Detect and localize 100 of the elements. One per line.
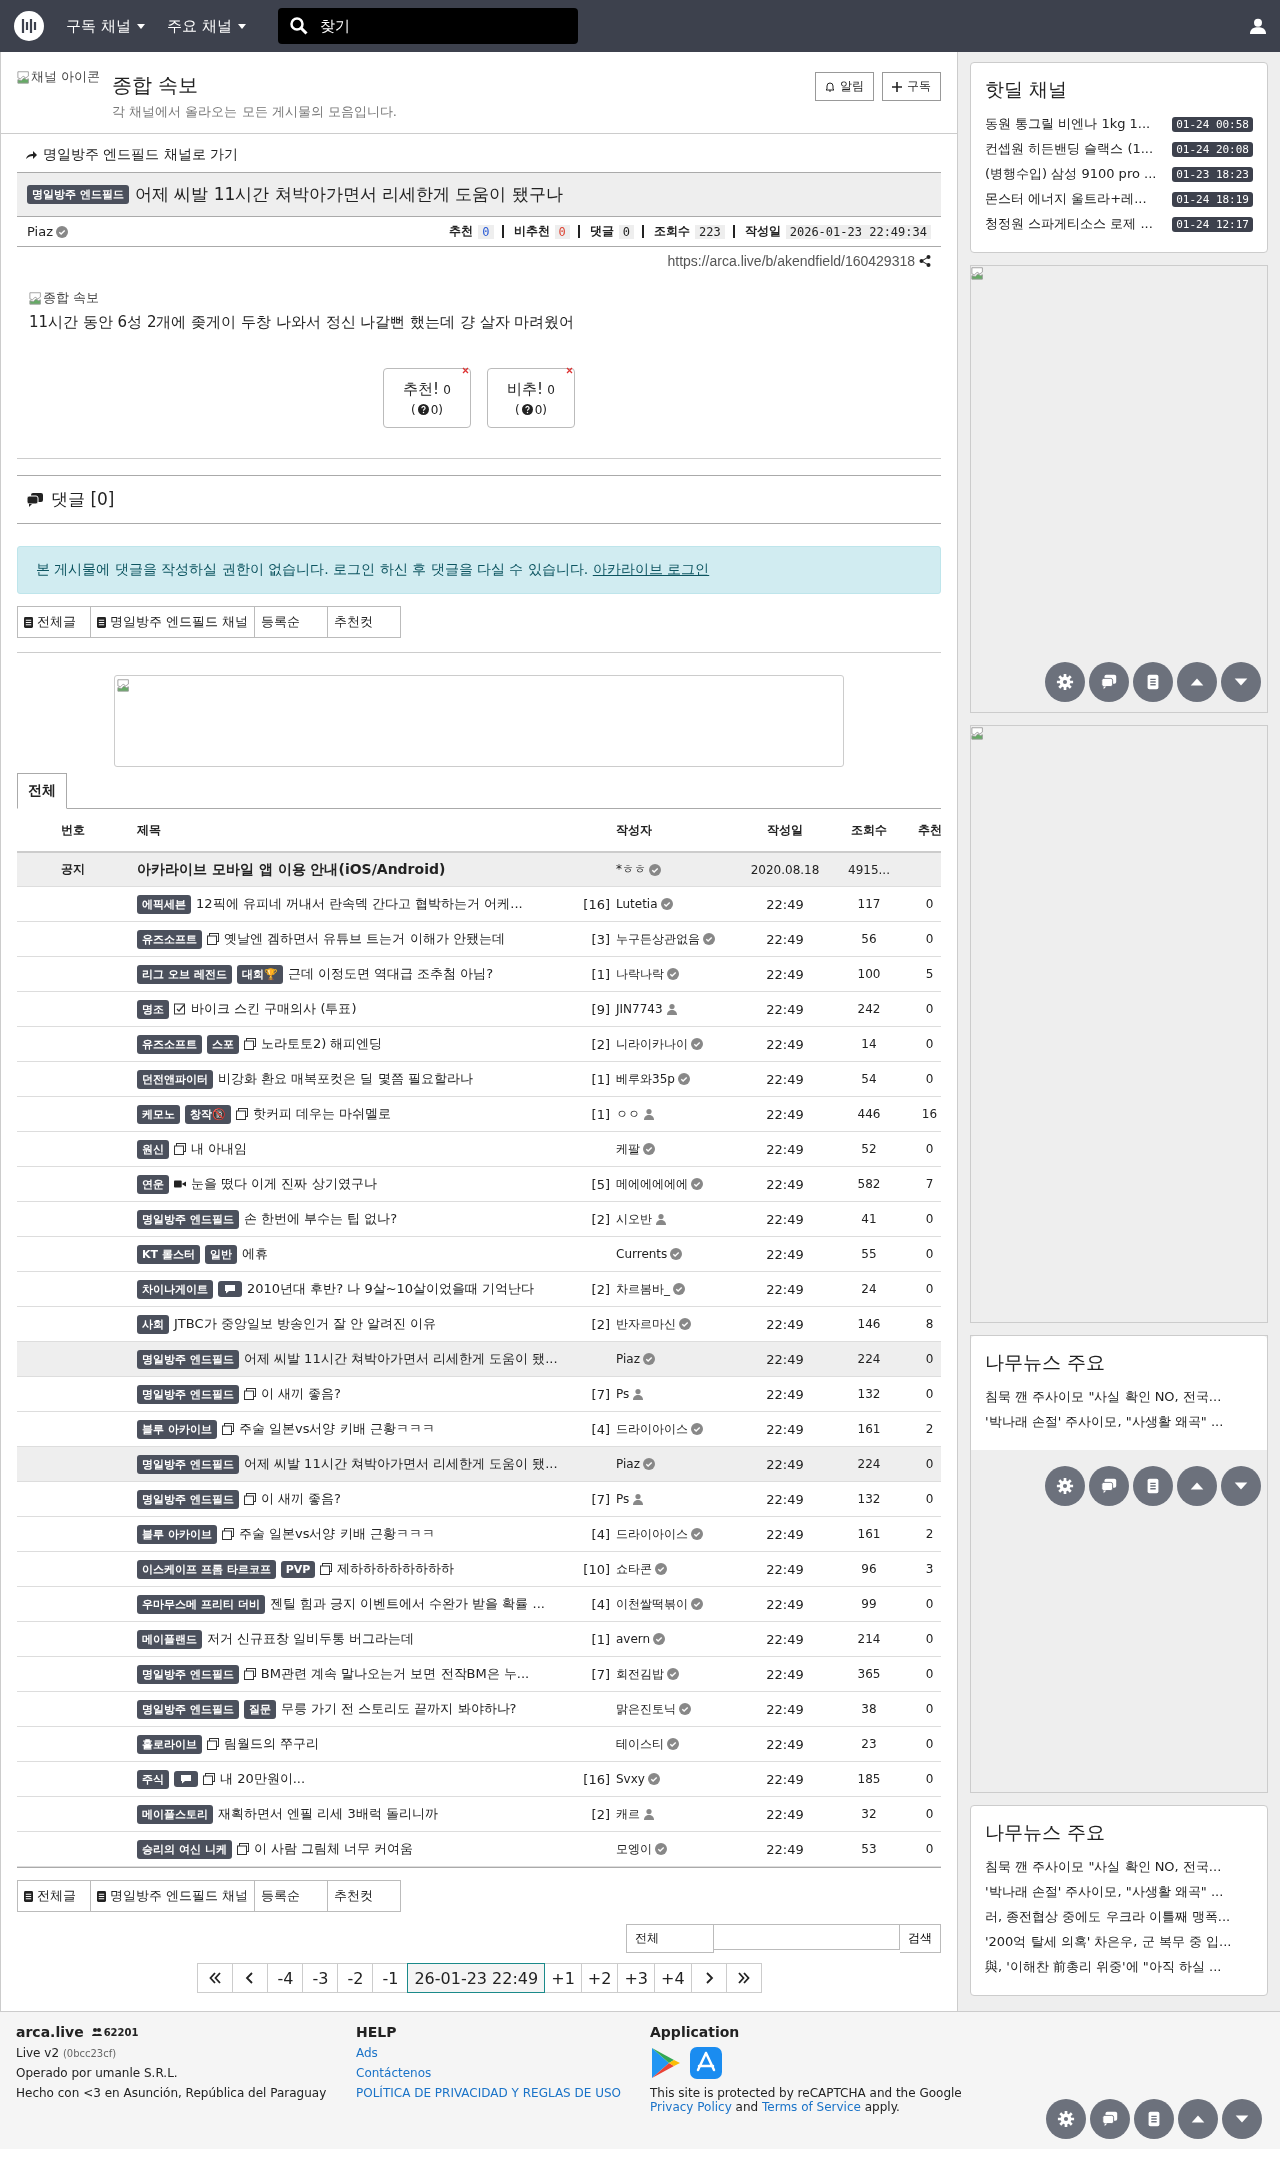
scroll-up-button[interactable] [1177, 662, 1217, 702]
page-button[interactable]: +3 [617, 1963, 655, 1993]
comments-button[interactable] [1090, 2099, 1130, 2139]
page-button[interactable]: -1 [372, 1963, 409, 1993]
filter-button[interactable]: 추천컷 [327, 606, 402, 638]
page-button[interactable]: -4 [267, 1963, 304, 1993]
comments-button[interactable] [1089, 662, 1129, 702]
author-name[interactable]: 메에에에에에 [616, 1175, 746, 1193]
news-headline[interactable]: 침묵 깬 주사이모 "사실 확인 NO, 전국... [985, 1388, 1253, 1406]
post-title[interactable]: JTBC가 중앙일보 방송인거 잘 안 알려진 이유 [174, 1315, 437, 1333]
filter-button[interactable]: 등록순 [254, 1880, 329, 1912]
news-headline[interactable]: '200억 탈세 의혹' 차은우, 군 복무 중 입... [985, 1933, 1253, 1951]
category-badge[interactable]: 창작🔞 [185, 1104, 231, 1124]
category-badge[interactable]: 명일방주 엔드필드 [137, 1349, 239, 1369]
search-button[interactable]: 검색 [900, 1924, 941, 1953]
user-icon[interactable] [1250, 18, 1266, 34]
search-scope-select[interactable]: 전체 [626, 1924, 714, 1953]
back-link[interactable]: 명일방주 엔드필드 채널로 가기 [17, 146, 941, 172]
category-badge[interactable]: 명일방주 엔드필드 [137, 1454, 239, 1474]
deal-title[interactable]: 청정원 스파게티소스 로제 ... [985, 215, 1153, 233]
previous-page-button[interactable] [232, 1963, 269, 1993]
page-button[interactable]: +4 [654, 1963, 692, 1993]
page-button[interactable]: -3 [302, 1963, 339, 1993]
post-title[interactable]: 내 아내임 [191, 1140, 248, 1158]
category-badge[interactable]: 명일방주 엔드필드 [137, 1209, 239, 1229]
category-badge[interactable]: 사회 [137, 1314, 169, 1334]
author-name[interactable]: 캐르 [616, 1805, 746, 1823]
category-badge[interactable]: 리그 오브 레전드 [137, 964, 232, 984]
post-title[interactable]: 저거 신규표창 일비두통 버그라는데 [207, 1630, 415, 1648]
category-badge[interactable]: 우마무스메 프리티 더비 [137, 1594, 265, 1614]
search-bar[interactable]: 찾기 [277, 8, 578, 44]
menu-dropdown[interactable]: 주요 채널 [166, 16, 246, 36]
scroll-down-button[interactable] [1221, 1466, 1261, 1506]
author-name[interactable]: 테이스티 [616, 1735, 746, 1753]
filter-button[interactable]: 등록순 [254, 606, 329, 638]
author-name[interactable]: Ps [616, 1492, 746, 1506]
category-badge[interactable]: 질문 [243, 1699, 276, 1719]
list-button[interactable] [1133, 662, 1173, 702]
author-name[interactable]: 드라이아이스 [616, 1525, 746, 1543]
category-badge[interactable]: KT 롤스터 [137, 1244, 200, 1264]
terms-link[interactable]: Terms of Service [762, 2100, 861, 2114]
login-link[interactable]: 아카라이브 로그인 [592, 561, 710, 577]
scroll-down-button[interactable] [1221, 662, 1261, 702]
privacy-link[interactable]: Privacy Policy [650, 2100, 732, 2114]
author-name[interactable]: 맑은진토닉 [616, 1700, 746, 1718]
post-title[interactable]: 어제 씨발 11시간 쳐박아가면서 리세한게 도움이 됐... [243, 1455, 558, 1473]
author-name[interactable]: 시오반 [616, 1210, 746, 1228]
author-name[interactable]: Piaz [616, 1352, 746, 1366]
scroll-up-button[interactable] [1177, 1466, 1217, 1506]
close-icon[interactable] [566, 367, 573, 374]
upvote-button[interactable]: 추천! 0 ( 0) [383, 368, 471, 428]
author-name[interactable]: Ps [616, 1387, 746, 1401]
logo-icon[interactable] [14, 11, 44, 41]
notification-button[interactable]: 알림 [815, 72, 874, 101]
post-title[interactable]: 주술 일본vs서양 키배 근황ㅋㅋㅋ [238, 1525, 435, 1543]
author-name[interactable]: *ㅎㅎ [616, 861, 746, 878]
ad-banner[interactable] [970, 265, 1268, 713]
post-title[interactable]: 핫커피 데우는 마쉬멜로 [253, 1105, 392, 1123]
settings-button[interactable] [1045, 1466, 1085, 1506]
news-headline[interactable]: 러, 종전협상 중에도 우크라 이틀째 맹폭... [985, 1908, 1253, 1926]
deal-title[interactable]: 몬스터 에너지 울트라+레... [985, 190, 1147, 208]
category-badge[interactable]: 유즈소프트 [137, 929, 202, 949]
filter-button[interactable]: 전체글 [17, 1880, 91, 1912]
chat-badge[interactable] [174, 1771, 198, 1787]
author-name[interactable]: 니라이카나이 [616, 1035, 746, 1053]
post-title[interactable]: 이 새끼 좋음? [260, 1490, 341, 1508]
search-input[interactable]: 찾기 [317, 16, 562, 36]
category-badge[interactable]: 에픽세븐 [137, 894, 191, 914]
author-name[interactable]: Lutetia [616, 897, 746, 911]
category-badge[interactable]: 메이플스토리 [137, 1804, 213, 1824]
post-title[interactable]: 비강화 환요 매복포컷은 딜 몇쯤 필요할라나 [218, 1070, 473, 1088]
chat-badge[interactable] [218, 1281, 242, 1297]
post-title[interactable]: 어제 씨발 11시간 쳐박아가면서 리세한게 도움이 됐... [243, 1350, 558, 1368]
post-title[interactable]: 젠틸 힘과 긍지 이벤트에서 수완가 받을 확률 ... [269, 1595, 545, 1613]
news-headline[interactable]: '박나래 손절' 주사이모, "사생활 왜곡" ... [985, 1413, 1253, 1431]
deal-title[interactable]: (병행수입) 삼성 9100 pro ... [985, 165, 1157, 183]
share-icon[interactable] [919, 255, 931, 267]
category-badge[interactable]: 명일방주 엔드필드 [137, 1384, 239, 1404]
post-title[interactable]: 무릉 가기 전 스토리도 끝까지 봐야하나? [280, 1700, 517, 1718]
category-badge[interactable]: 명일방주 엔드필드 [137, 1489, 239, 1509]
author-name[interactable]: 드라이아이스 [616, 1420, 746, 1438]
notice-title[interactable]: 아카라이브 모바일 앱 이용 안내(iOS/Android) [137, 860, 446, 879]
post-title[interactable]: 주술 일본vs서양 키배 근황ㅋㅋㅋ [238, 1420, 435, 1438]
post-title[interactable]: 에휴 [241, 1245, 268, 1263]
list-button[interactable] [1133, 1466, 1173, 1506]
post-title[interactable]: 눈을 떴다 이게 진짜 상기였구나 [191, 1175, 377, 1193]
author-name[interactable]: 케팔 [616, 1140, 746, 1158]
search-input[interactable] [714, 1924, 900, 1950]
play-store-icon[interactable] [650, 2046, 682, 2080]
author-name[interactable]: Currents [616, 1247, 746, 1261]
page-button[interactable]: +2 [580, 1963, 619, 1993]
category-badge[interactable]: 명일방주 엔드필드 [137, 1664, 239, 1684]
category-badge[interactable]: 블루 아카이브 [137, 1524, 217, 1544]
category-badge[interactable]: 명일방주 엔드필드 [27, 185, 129, 204]
post-title[interactable]: 2010년대 후반? 나 9살~10살이었을때 기억난다 [247, 1280, 535, 1298]
author-name[interactable]: Piaz [616, 1457, 746, 1471]
post-title[interactable]: 재획하면서 엔필 리세 3배럭 돌리니까 [218, 1805, 438, 1823]
close-icon[interactable] [462, 367, 469, 374]
author-name[interactable]: avern [616, 1632, 746, 1646]
category-badge[interactable]: 케모노 [137, 1104, 180, 1124]
